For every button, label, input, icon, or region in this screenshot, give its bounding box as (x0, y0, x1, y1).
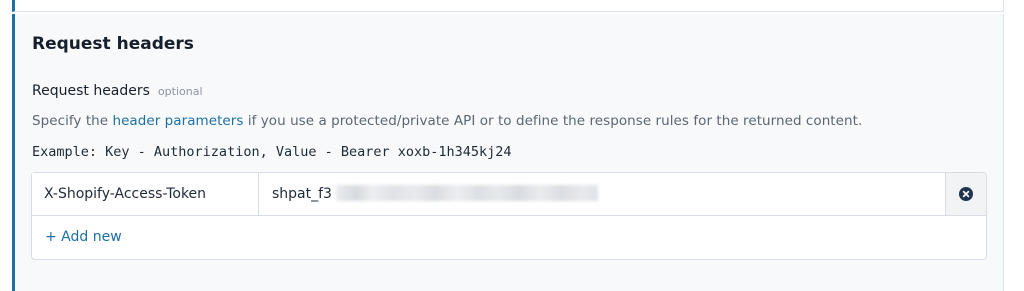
description-text-after: if you use a protected/private API or to… (247, 113, 863, 129)
previous-section-card (12, 0, 1004, 12)
page: Request headers Request headers optional … (0, 0, 1024, 291)
field-description: Specify the header parameters if you use… (32, 113, 862, 129)
example-text: Example: Key - Authorization, Value - Be… (32, 144, 512, 160)
section-title: Request headers (32, 34, 194, 54)
remove-header-button[interactable] (945, 173, 986, 215)
description-text-before: Specify the (32, 113, 109, 129)
header-row: X-Shopify-Access-Token shpat_f3 (32, 173, 986, 216)
request-headers-section: Request headers Request headers optional … (12, 14, 1004, 291)
header-value-input[interactable]: shpat_f3 (259, 173, 945, 215)
add-new-header-link[interactable]: + Add new (45, 229, 122, 245)
close-circle-icon (959, 187, 973, 201)
header-key-input[interactable]: X-Shopify-Access-Token (32, 173, 259, 215)
optional-tag: optional (157, 85, 203, 98)
field-label: Request headers (32, 83, 150, 99)
header-value-text: shpat_f3 (272, 186, 332, 202)
headers-table: X-Shopify-Access-Token shpat_f3 + Add ne… (31, 172, 987, 260)
header-parameters-link[interactable]: header parameters (112, 113, 243, 129)
field-label-row: Request headers optional (32, 80, 203, 99)
redacted-value-mask (335, 185, 598, 201)
